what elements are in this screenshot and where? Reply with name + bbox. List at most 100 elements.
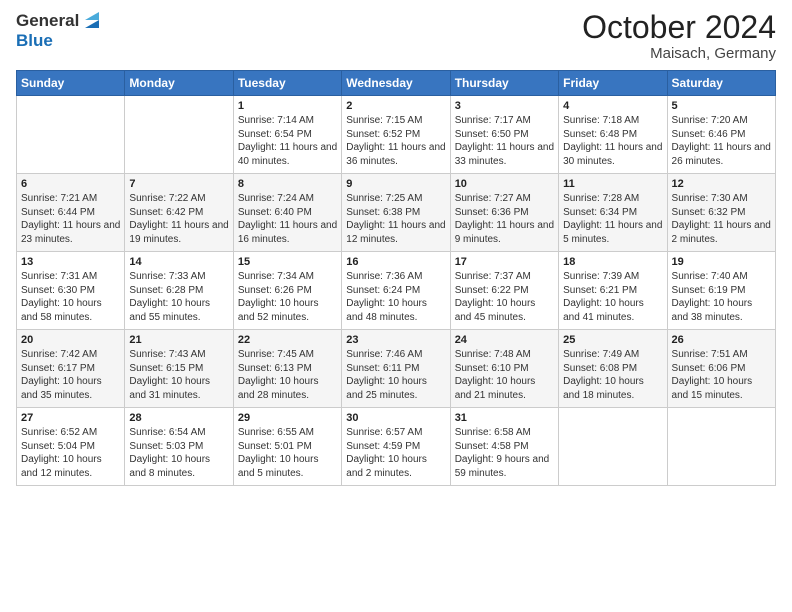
cell-info: Sunrise: 7:51 AMSunset: 6:06 PMDaylight:… xyxy=(672,348,771,402)
cell-info: Sunrise: 7:20 AMSunset: 6:46 PMDaylight:… xyxy=(672,114,771,168)
cell-day-number: 22 xyxy=(238,334,337,346)
cell-info: Sunrise: 7:31 AMSunset: 6:30 PMDaylight:… xyxy=(21,270,120,324)
logo-icon xyxy=(81,10,103,32)
cell-day-number: 18 xyxy=(563,256,662,268)
header: General Blue October 2024 Maisach, Germa… xyxy=(16,10,776,62)
calendar-cell: 2Sunrise: 7:15 AMSunset: 6:52 PMDaylight… xyxy=(342,96,450,174)
cell-day-number: 27 xyxy=(21,412,120,424)
cell-info: Sunrise: 7:43 AMSunset: 6:15 PMDaylight:… xyxy=(129,348,228,402)
calendar-week-row: 6 Sunrise: 7:21 AMSunset: 6:44 PMDaylight… xyxy=(17,174,776,252)
cell-info: Sunrise: 7:39 AMSunset: 6:21 PMDaylight:… xyxy=(563,270,662,324)
cell-day-number: 9 xyxy=(346,178,445,190)
calendar-cell: 21 Sunrise: 7:43 AMSunset: 6:15 PMDayligh… xyxy=(125,330,233,408)
calendar-cell: 9 Sunrise: 7:25 AMSunset: 6:38 PMDaylight… xyxy=(342,174,450,252)
calendar-title: October 2024 xyxy=(582,10,776,45)
cell-day-number: 29 xyxy=(238,412,337,424)
cell-info: Sunrise: 6:52 AMSunset: 5:04 PMDaylight:… xyxy=(21,426,120,480)
calendar-cell: 6 Sunrise: 7:21 AMSunset: 6:44 PMDaylight… xyxy=(17,174,125,252)
cell-day-number: 15 xyxy=(238,256,337,268)
calendar-cell: 31 Sunrise: 6:58 AMSunset: 4:58 PMDayligh… xyxy=(450,408,558,486)
cell-day-number: 1 xyxy=(238,100,337,112)
cell-day-number: 12 xyxy=(672,178,771,190)
calendar-cell: 14Sunrise: 7:33 AMSunset: 6:28 PMDayligh… xyxy=(125,252,233,330)
cell-info: Sunrise: 7:22 AMSunset: 6:42 PMDaylight:… xyxy=(129,192,228,246)
cell-day-number: 28 xyxy=(129,412,228,424)
calendar-cell: 4 Sunrise: 7:18 AMSunset: 6:48 PMDaylight… xyxy=(559,96,667,174)
cell-info: Sunrise: 7:25 AMSunset: 6:38 PMDaylight:… xyxy=(346,192,445,246)
title-block: October 2024 Maisach, Germany xyxy=(582,10,776,62)
cell-day-number: 2 xyxy=(346,100,445,112)
calendar-cell: 16 Sunrise: 7:36 AMSunset: 6:24 PMDayligh… xyxy=(342,252,450,330)
cell-info: Sunrise: 7:46 AMSunset: 6:11 PMDaylight:… xyxy=(346,348,445,402)
cell-day-number: 6 xyxy=(21,178,120,190)
calendar-cell: 26 Sunrise: 7:51 AMSunset: 6:06 PMDayligh… xyxy=(667,330,775,408)
cell-info: Sunrise: 7:33 AMSunset: 6:28 PMDaylight:… xyxy=(129,270,228,324)
cell-info: Sunrise: 7:21 AMSunset: 6:44 PMDaylight:… xyxy=(21,192,120,246)
cell-day-number: 20 xyxy=(21,334,120,346)
cell-info: Sunrise: 7:49 AMSunset: 6:08 PMDaylight:… xyxy=(563,348,662,402)
calendar-cell: 8 Sunrise: 7:24 AMSunset: 6:40 PMDaylight… xyxy=(233,174,341,252)
cell-info: Sunrise: 7:24 AMSunset: 6:40 PMDaylight:… xyxy=(238,192,337,246)
cell-info: Sunrise: 7:37 AMSunset: 6:22 PMDaylight:… xyxy=(455,270,554,324)
calendar-header-row: SundayMondayTuesdayWednesdayThursdayFrid… xyxy=(17,71,776,96)
cell-day-number: 11 xyxy=(563,178,662,190)
cell-info: Sunrise: 7:28 AMSunset: 6:34 PMDaylight:… xyxy=(563,192,662,246)
day-header-thursday: Thursday xyxy=(450,71,558,96)
calendar-table: SundayMondayTuesdayWednesdayThursdayFrid… xyxy=(16,70,776,486)
calendar-cell: 13 Sunrise: 7:31 AMSunset: 6:30 PMDayligh… xyxy=(17,252,125,330)
calendar-page: General Blue October 2024 Maisach, Germa… xyxy=(0,0,792,612)
day-header-tuesday: Tuesday xyxy=(233,71,341,96)
cell-info: Sunrise: 7:42 AMSunset: 6:17 PMDaylight:… xyxy=(21,348,120,402)
calendar-cell: 24 Sunrise: 7:48 AMSunset: 6:10 PMDayligh… xyxy=(450,330,558,408)
calendar-week-row: 27 Sunrise: 6:52 AMSunset: 5:04 PMDayligh… xyxy=(17,408,776,486)
cell-day-number: 8 xyxy=(238,178,337,190)
cell-info: Sunrise: 6:55 AMSunset: 5:01 PMDaylight:… xyxy=(238,426,337,480)
calendar-cell: 22Sunrise: 7:45 AMSunset: 6:13 PMDayligh… xyxy=(233,330,341,408)
calendar-cell: 5 Sunrise: 7:20 AMSunset: 6:46 PMDaylight… xyxy=(667,96,775,174)
calendar-week-row: 20 Sunrise: 7:42 AMSunset: 6:17 PMDayligh… xyxy=(17,330,776,408)
cell-info: Sunrise: 7:14 AMSunset: 6:54 PMDaylight:… xyxy=(238,114,337,168)
calendar-cell: 18 Sunrise: 7:39 AMSunset: 6:21 PMDayligh… xyxy=(559,252,667,330)
cell-info: Sunrise: 7:30 AMSunset: 6:32 PMDaylight:… xyxy=(672,192,771,246)
calendar-cell: 11 Sunrise: 7:28 AMSunset: 6:34 PMDayligh… xyxy=(559,174,667,252)
cell-info: Sunrise: 7:17 AMSunset: 6:50 PMDaylight:… xyxy=(455,114,554,168)
calendar-cell: 17 Sunrise: 7:37 AMSunset: 6:22 PMDayligh… xyxy=(450,252,558,330)
cell-info: Sunrise: 6:57 AMSunset: 4:59 PMDaylight:… xyxy=(346,426,445,480)
day-header-monday: Monday xyxy=(125,71,233,96)
cell-day-number: 31 xyxy=(455,412,554,424)
cell-info: Sunrise: 6:58 AMSunset: 4:58 PMDaylight:… xyxy=(455,426,554,480)
cell-day-number: 21 xyxy=(129,334,228,346)
calendar-cell: 10 Sunrise: 7:27 AMSunset: 6:36 PMDayligh… xyxy=(450,174,558,252)
cell-info: Sunrise: 7:34 AMSunset: 6:26 PMDaylight:… xyxy=(238,270,337,324)
calendar-location: Maisach, Germany xyxy=(582,45,776,62)
cell-day-number: 19 xyxy=(672,256,771,268)
cell-info: Sunrise: 7:27 AMSunset: 6:36 PMDaylight:… xyxy=(455,192,554,246)
cell-day-number: 3 xyxy=(455,100,554,112)
calendar-cell: 1 Sunrise: 7:14 AMSunset: 6:54 PMDaylight… xyxy=(233,96,341,174)
logo-general-text: General xyxy=(16,12,79,31)
cell-day-number: 5 xyxy=(672,100,771,112)
cell-day-number: 24 xyxy=(455,334,554,346)
cell-day-number: 16 xyxy=(346,256,445,268)
cell-info: Sunrise: 7:18 AMSunset: 6:48 PMDaylight:… xyxy=(563,114,662,168)
calendar-cell: 30 Sunrise: 6:57 AMSunset: 4:59 PMDayligh… xyxy=(342,408,450,486)
cell-day-number: 17 xyxy=(455,256,554,268)
calendar-cell: 15 Sunrise: 7:34 AMSunset: 6:26 PMDayligh… xyxy=(233,252,341,330)
calendar-week-row: 13 Sunrise: 7:31 AMSunset: 6:30 PMDayligh… xyxy=(17,252,776,330)
cell-info: Sunrise: 6:54 AMSunset: 5:03 PMDaylight:… xyxy=(129,426,228,480)
cell-day-number: 4 xyxy=(563,100,662,112)
cell-day-number: 13 xyxy=(21,256,120,268)
cell-info: Sunrise: 7:48 AMSunset: 6:10 PMDaylight:… xyxy=(455,348,554,402)
cell-day-number: 30 xyxy=(346,412,445,424)
logo-blue-text: Blue xyxy=(16,31,53,50)
calendar-cell xyxy=(559,408,667,486)
calendar-cell: 29 Sunrise: 6:55 AMSunset: 5:01 PMDayligh… xyxy=(233,408,341,486)
logo: General Blue xyxy=(16,10,103,51)
day-header-sunday: Sunday xyxy=(17,71,125,96)
cell-day-number: 26 xyxy=(672,334,771,346)
calendar-cell: 25Sunrise: 7:49 AMSunset: 6:08 PMDayligh… xyxy=(559,330,667,408)
calendar-cell: 28 Sunrise: 6:54 AMSunset: 5:03 PMDayligh… xyxy=(125,408,233,486)
cell-day-number: 10 xyxy=(455,178,554,190)
cell-info: Sunrise: 7:36 AMSunset: 6:24 PMDaylight:… xyxy=(346,270,445,324)
day-header-saturday: Saturday xyxy=(667,71,775,96)
